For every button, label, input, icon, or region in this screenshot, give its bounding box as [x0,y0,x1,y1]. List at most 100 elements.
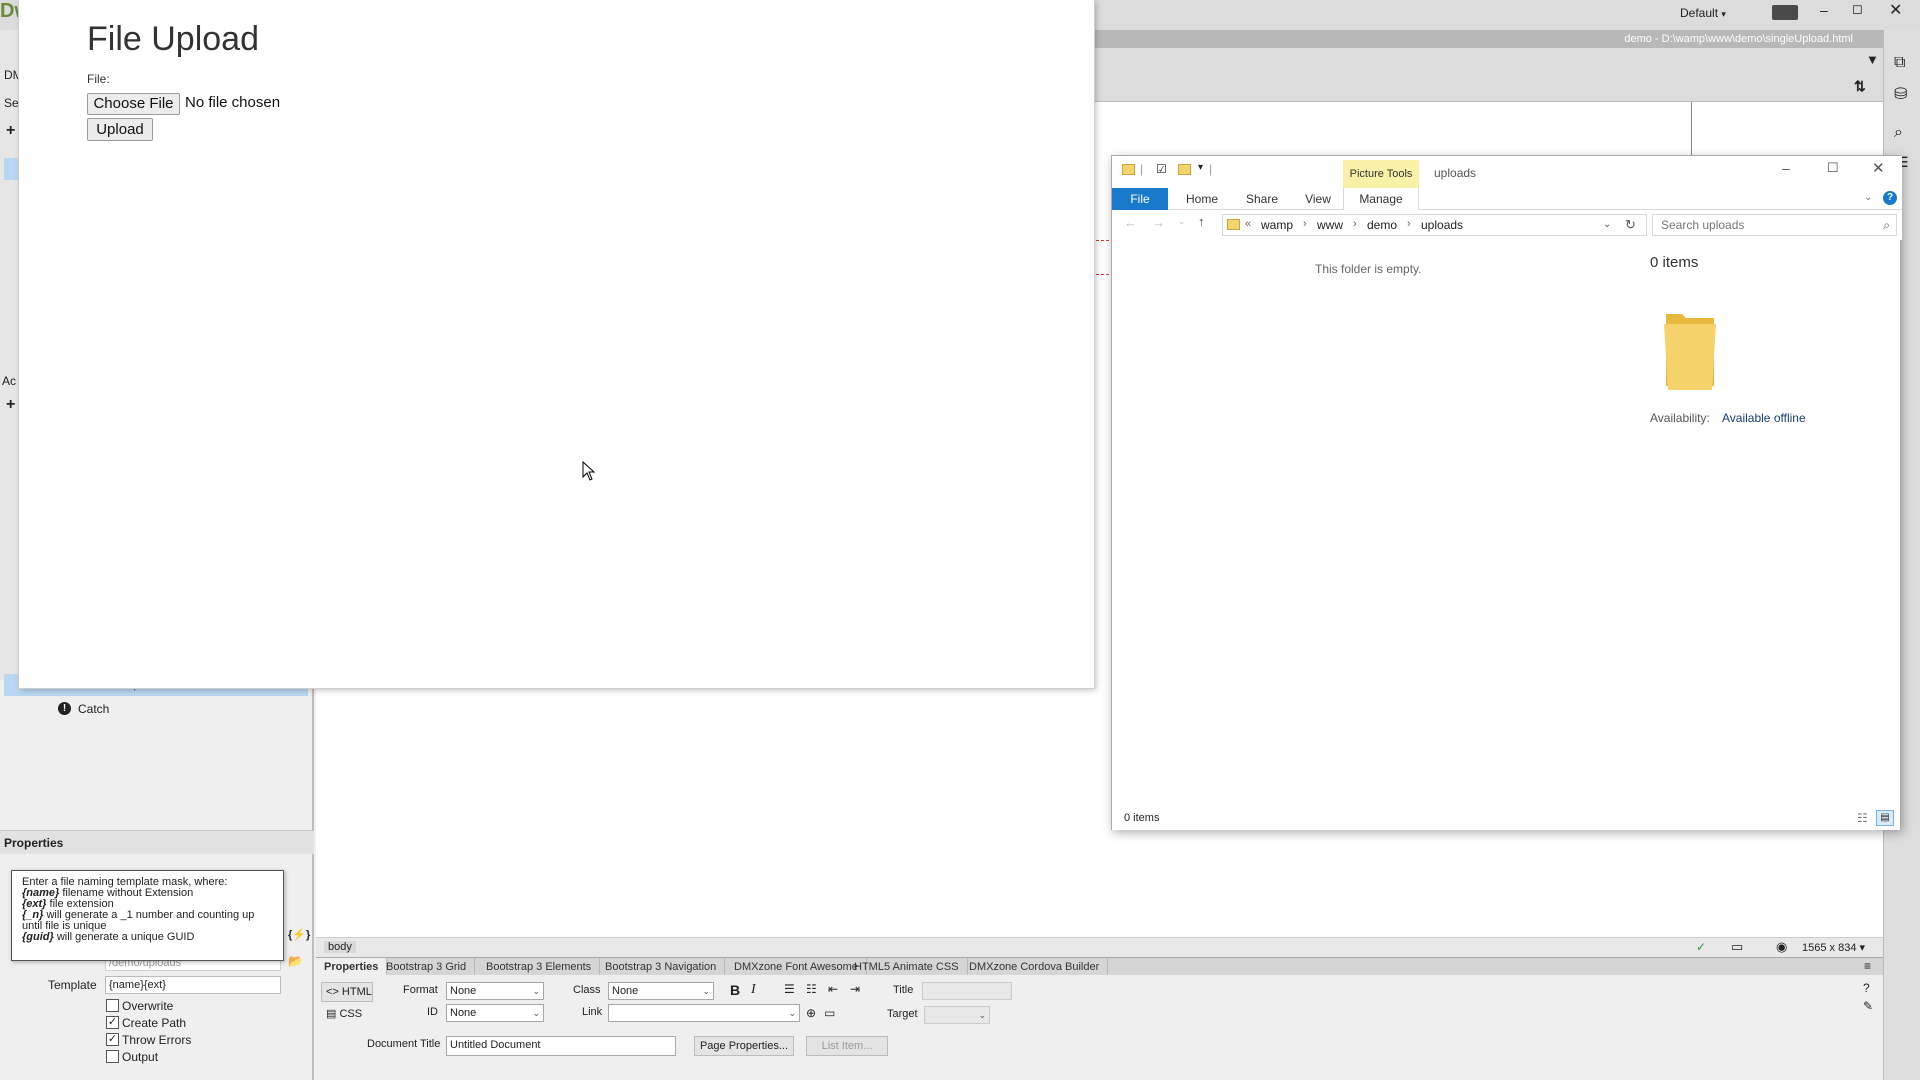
panel-label-ac: Ac [2,374,17,388]
minimize-icon[interactable]: – [1782,160,1790,176]
tab-cordova-builder[interactable]: DMXzone Cordova Builder [961,958,1109,976]
outdent-icon[interactable]: ⇤ [828,982,838,996]
explorer-window-title: uploads [1434,166,1477,180]
address-dropdown-icon[interactable]: ⌄ [1603,219,1611,230]
ribbon-tab-view[interactable]: View [1298,188,1338,210]
breadcrumb-wamp[interactable]: wamp [1261,218,1293,232]
css-mode-label: CSS [339,1008,363,1020]
refresh-icon[interactable]: ↻ [1625,217,1636,233]
unordered-list-icon[interactable]: ☰ [784,982,795,996]
status-bar: body ✓ ▭ ◉ 1565 x 834 ▾ [316,937,1883,957]
database-icon[interactable]: ⛁ [1894,84,1907,104]
help-icon[interactable]: ? [1883,191,1897,205]
throw-errors-checkbox[interactable]: ✓ [106,1033,119,1046]
breadcrumb-www[interactable]: www [1317,218,1343,232]
new-folder-icon[interactable] [1178,164,1191,175]
window-size-dropdown[interactable]: 1565 x 834 ▾ [1802,941,1865,954]
quick-access-chevron-icon[interactable]: ▾ [1198,162,1203,173]
list-item-button[interactable]: List Item... [806,1036,888,1056]
tag-selector-body[interactable]: body [324,941,356,953]
maximize-icon[interactable]: ☐ [1827,160,1839,176]
bold-icon[interactable]: B [730,982,740,998]
property-tabs: Properties Bootstrap 3 Grid Bootstrap 3 … [316,957,1883,976]
window-size-value: 1565 x 834 [1802,942,1857,954]
device-preview-icon[interactable]: ▭ [1731,939,1743,955]
id-select[interactable]: None ⌄ [446,1004,544,1022]
format-label: Format [403,984,438,996]
document-title-input[interactable]: Untitled Document [446,1036,676,1056]
folder-browse-icon[interactable]: 📂 [288,954,303,968]
ribbon-tab-manage[interactable]: Manage [1343,188,1419,210]
details-view-icon[interactable]: ☷ [1857,806,1868,830]
italic-icon[interactable]: I [751,982,756,998]
css-icon: ▤ [326,1008,340,1020]
file-explorer-window[interactable]: | ☑ ▾ | Picture Tools uploads – ☐ ✕ File… [1111,155,1902,830]
output-checkbox[interactable] [106,1050,119,1063]
close-icon[interactable]: ✕ [1872,159,1885,177]
page-properties-button[interactable]: Page Properties... [694,1036,794,1056]
upload-button[interactable]: Upload [87,118,153,141]
title-input[interactable] [922,982,1012,1000]
indent-icon[interactable]: ⇥ [850,982,860,996]
create-path-checkbox[interactable]: ✓ [106,1016,119,1029]
availability-value: Available offline [1722,411,1806,425]
up-arrow-icon[interactable]: ↑ [1198,214,1205,229]
properties-icon[interactable]: ☑ [1156,162,1167,176]
close-icon[interactable]: ✕ [1889,0,1902,20]
sync-settings-icon[interactable] [1772,5,1798,20]
recent-chevron-icon[interactable]: ⌄ [1178,216,1186,227]
file-list-area[interactable]: This folder is empty. [1112,240,1642,806]
dynamic-data-icon[interactable]: {⚡} [288,928,310,941]
live-view-icon[interactable]: ◉ [1776,939,1787,955]
large-icons-view-icon[interactable]: ▤ [1876,810,1894,826]
class-select[interactable]: None ⌄ [608,982,714,1000]
ribbon-tab-share[interactable]: Share [1240,188,1284,210]
add-icon[interactable]: + [6,122,15,140]
breadcrumb-demo[interactable]: demo [1367,218,1397,232]
tab-animate-css[interactable]: HTML5 Animate CSS [846,958,968,976]
browser-preview-window[interactable]: File Upload File: Choose File No file ch… [19,0,1094,688]
ribbon-tab-home[interactable]: Home [1180,188,1224,210]
html-mode-button[interactable]: <> HTML [321,982,373,1002]
panel-label-se: Se [4,96,19,110]
target-select[interactable]: ⌄ [924,1006,990,1024]
format-select[interactable]: None ⌄ [446,982,544,1000]
minimize-icon[interactable]: – [1820,2,1828,18]
tab-bootstrap-navigation[interactable]: Bootstrap 3 Navigation [597,958,726,976]
explorer-address-row: ← → ⌄ ↑ « wamp › www › demo › uploads ⌄ … [1112,210,1902,240]
files-icon[interactable]: ⧉ [1894,54,1905,72]
breadcrumb-uploads[interactable]: uploads [1421,218,1463,232]
template-input[interactable]: {name}{ext} [105,976,281,994]
class-value: None [612,985,639,997]
output-label: Output [122,1050,159,1064]
workspace-switcher[interactable]: Default ▾ [1680,6,1726,20]
overflow-icon[interactable]: « [1245,218,1251,230]
add-action-icon[interactable]: + [6,396,15,414]
point-to-file-icon[interactable]: ⊕ [806,1006,816,1020]
sort-icon[interactable]: ⇅ [1854,78,1866,95]
css-mode-button[interactable]: ▤ CSS [321,1004,373,1024]
tab-properties[interactable]: Properties [316,958,388,976]
search-icon[interactable]: ⌕ [1894,124,1903,142]
overwrite-checkbox[interactable] [106,999,119,1012]
filter-icon[interactable]: ▼ [1866,52,1879,67]
ordered-list-icon[interactable]: ☷ [806,982,817,996]
quick-tag-editor-icon[interactable]: ✎ [1863,999,1873,1013]
folder-icon [1122,164,1135,175]
ribbon-tab-file[interactable]: File [1112,188,1168,210]
template-input-value: {name}{ext} [109,979,166,991]
help-icon[interactable]: ? [1863,981,1870,995]
browse-folder-icon[interactable]: ▭ [824,1006,835,1020]
address-bar[interactable]: « wamp › www › demo › uploads ⌄ ↻ [1222,214,1647,236]
back-arrow-icon[interactable]: ← [1124,215,1137,230]
link-input[interactable]: ⌄ [608,1004,800,1022]
panel-menu-icon[interactable]: ≡ [1864,959,1871,973]
search-input[interactable]: Search uploads ⌕ [1652,214,1897,236]
tab-bootstrap-grid[interactable]: Bootstrap 3 Grid [378,958,476,976]
choose-file-button[interactable]: Choose File [87,93,180,115]
expand-ribbon-icon[interactable]: ⌄ [1864,192,1872,203]
tab-bootstrap-elements[interactable]: Bootstrap 3 Elements [478,958,601,976]
forward-arrow-icon[interactable]: → [1152,215,1165,230]
file-label: File: [87,72,110,86]
maximize-icon[interactable]: ◻ [1852,1,1863,17]
